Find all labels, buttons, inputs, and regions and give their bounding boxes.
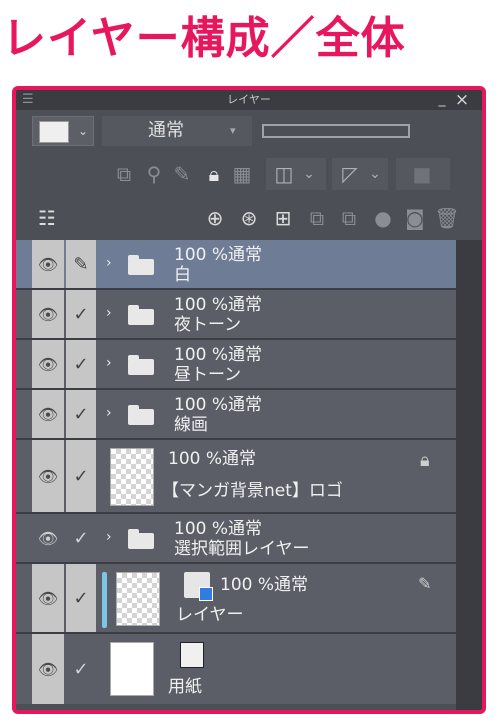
folder-icon — [128, 355, 154, 375]
paper-layer-icon — [180, 642, 204, 668]
transfer-to-lower-layer-icon[interactable]: ⧉ — [304, 206, 330, 230]
layer-name: 昼トーン — [174, 365, 242, 385]
blend-mode-select[interactable]: 通常 ▾ — [102, 116, 252, 146]
page-heading: レイヤー構成／全体 — [2, 13, 406, 64]
eye-icon[interactable]: 👁︎ — [32, 564, 64, 632]
chevron-right-icon[interactable]: › — [106, 255, 118, 271]
folder-icon — [128, 529, 154, 549]
layer-opacity-mode: 100 %通常 — [174, 395, 263, 415]
draft-layer-icon[interactable]: ✎ — [170, 162, 194, 186]
layer-color-picker[interactable]: ⌄ — [32, 116, 94, 146]
eye-icon[interactable]: 👁︎ — [32, 340, 64, 388]
layer-panel: ☰ レイヤー _ × ⌄ 通常 ▾ ⧉ ⚲ ✎ 🔒︎ ▦ ◫ ⌄ ◸ ⌄ ■ ☷… — [12, 86, 486, 714]
layer-row[interactable]: 👁︎ ✓ › 100 %通常 昼トーン — [16, 340, 456, 390]
check-icon[interactable]: ✓ — [66, 634, 96, 704]
layer-opacity-mode: 100 %通常 — [174, 245, 263, 265]
layer-thumbnail — [110, 448, 154, 506]
layer-property-bar: ⌄ 通常 ▾ — [16, 112, 482, 152]
layer-opacity-mode: 100 %通常 — [174, 519, 263, 539]
layer-opacity-mode: 100 %通常 — [174, 345, 263, 365]
folder-icon — [128, 305, 154, 325]
mask-icon: ◫ — [274, 162, 294, 186]
folder-icon — [128, 405, 154, 425]
layer-opacity-mode: 100 %通常 — [174, 295, 263, 315]
layer-row[interactable]: 👁︎ ✓ › 100 %通常 線画 — [16, 390, 456, 440]
selection-indicator — [102, 572, 107, 628]
lock-icon: 🔒︎ — [420, 450, 430, 471]
layer-row[interactable]: 👁︎ ✎ › 100 %通常 白 — [16, 240, 456, 290]
lock-transparent-pixels-icon[interactable]: ▦ — [230, 162, 254, 186]
lock-icon[interactable]: 🔒︎ — [202, 162, 226, 186]
check-icon[interactable]: ✓ — [66, 390, 96, 438]
eye-icon[interactable]: 👁︎ — [32, 290, 64, 338]
layer-opacity-mode: 100 %通常 — [168, 449, 257, 469]
apply-mask-icon[interactable]: ◙ — [402, 206, 428, 230]
check-icon[interactable]: ✓ — [66, 340, 96, 388]
chevron-down-icon: ⌄ — [303, 166, 315, 182]
minimize-button[interactable]: _ — [434, 90, 450, 110]
layer-name: 線画 — [174, 415, 208, 435]
layer-row[interactable]: 👁︎ ✓ › 100 %通常 選択範囲レイヤー — [16, 514, 456, 564]
chevron-down-icon: ⌄ — [77, 124, 89, 138]
eye-icon[interactable]: 👁︎ — [32, 240, 64, 288]
trash-icon[interactable]: 🗑︎ — [434, 206, 460, 230]
chevron-right-icon[interactable]: › — [106, 529, 118, 545]
combine-with-layer-below-icon[interactable]: ⧉ — [336, 206, 362, 230]
folder-icon — [128, 255, 154, 275]
layer-name: 【マンガ背景net】ロゴ — [162, 481, 343, 501]
eye-icon[interactable]: 👁︎ — [32, 634, 64, 704]
layer-thumbnail — [110, 642, 154, 696]
layer-name: 用紙 — [168, 677, 202, 697]
scrollbar[interactable] — [456, 240, 482, 710]
layer-color-icon: ■ — [412, 162, 432, 186]
create-layer-mask-icon[interactable]: ● — [370, 206, 396, 230]
check-icon[interactable]: ✓ — [66, 564, 96, 632]
panel-title: レイヤー — [227, 93, 271, 106]
chevron-down-icon: ⌄ — [369, 166, 381, 182]
eye-icon[interactable]: 👁︎ — [32, 514, 64, 562]
new-folder-icon[interactable]: ⊞ — [270, 206, 296, 230]
layer-row[interactable]: 👁︎ ✓ 用紙 — [16, 634, 456, 704]
blend-mode-value: 通常 — [148, 120, 184, 141]
layer-thumbnail — [116, 572, 160, 626]
reference-layer-icon[interactable]: ⚲ — [142, 162, 166, 186]
layer-command-toolbar: ☷ ⊕ ⊛ ⊞ ⧉ ⧉ ● ◙ 🗑︎ — [16, 196, 482, 240]
eye-icon[interactable]: 👁︎ — [32, 440, 64, 512]
check-icon[interactable]: ✓ — [66, 440, 96, 512]
layer-opacity-mode: 100 %通常 — [220, 575, 309, 595]
clip-lower-layer-icon[interactable]: ⧉ — [112, 162, 136, 186]
check-icon[interactable]: ✓ — [66, 290, 96, 338]
ruler-icon: ◸ — [342, 162, 358, 186]
new-vector-layer-icon[interactable]: ⊛ — [236, 206, 262, 230]
layer-name: 白 — [174, 265, 191, 285]
chevron-right-icon[interactable]: › — [106, 405, 118, 421]
layer-row[interactable]: 👁︎ ✓ › 100 %通常 夜トーン — [16, 290, 456, 340]
pencil-icon[interactable]: ✎ — [66, 240, 96, 288]
layer-name: 選択範囲レイヤー — [174, 539, 310, 559]
close-button[interactable]: × — [454, 90, 470, 110]
chevron-down-icon: ▾ — [230, 124, 236, 137]
layer-row[interactable]: 👁︎ ✓ 100 %通常 レイヤー ✎ — [16, 564, 456, 634]
eye-icon[interactable]: 👁︎ — [32, 390, 64, 438]
chevron-right-icon[interactable]: › — [106, 305, 118, 321]
layer-color-swatch — [39, 121, 69, 143]
layer-list-icon[interactable]: ☷ — [34, 206, 60, 230]
opacity-slider[interactable] — [262, 124, 410, 138]
chevron-right-icon[interactable]: › — [106, 355, 118, 371]
draft-layer-icon: ✎ — [418, 574, 432, 593]
new-raster-layer-icon[interactable]: ⊕ — [202, 206, 228, 230]
layer-row[interactable]: 👁︎ ✓ 100 %通常 【マンガ背景net】ロゴ 🔒︎ — [16, 440, 456, 514]
layer-name: 夜トーン — [174, 315, 242, 335]
check-icon[interactable]: ✓ — [66, 514, 96, 562]
panel-titlebar: ☰ レイヤー _ × — [16, 90, 482, 110]
layer-name: レイヤー — [176, 605, 244, 625]
layer-mask-icon — [184, 572, 213, 601]
layer-option-toolbar: ⧉ ⚲ ✎ 🔒︎ ▦ ◫ ⌄ ◸ ⌄ ■ — [16, 154, 482, 194]
